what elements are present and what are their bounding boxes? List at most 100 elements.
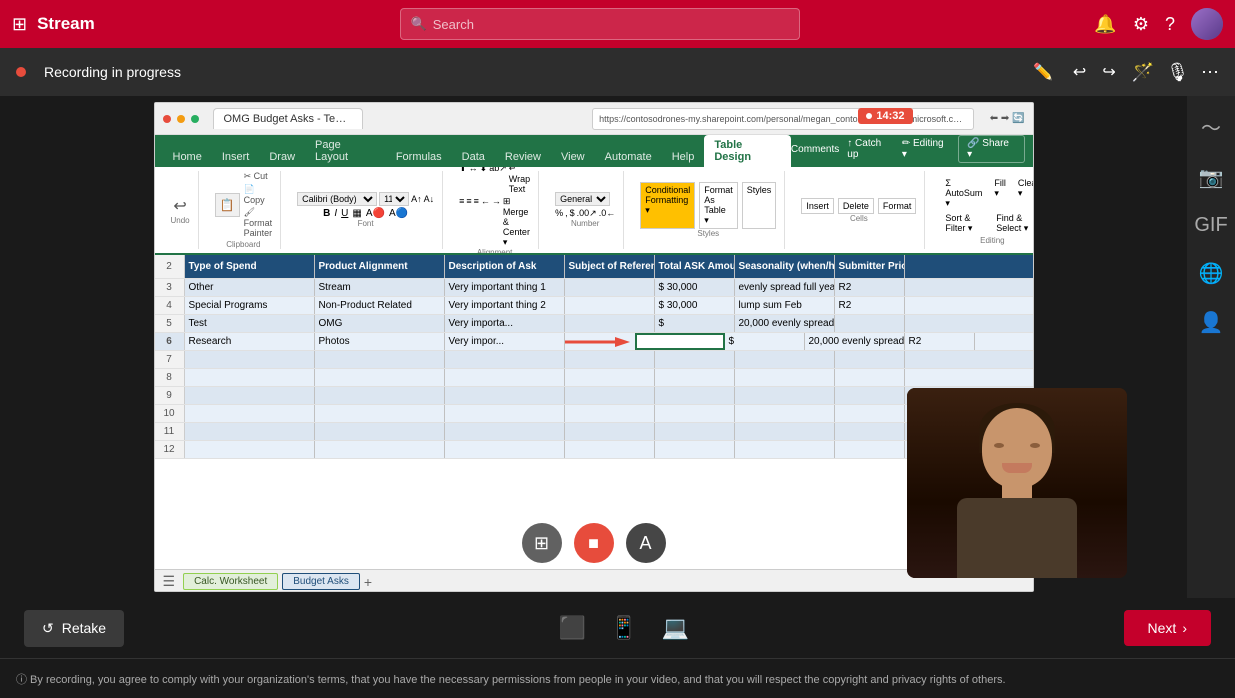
search-bar[interactable]: 🔍 Search	[400, 8, 800, 40]
cell-7-season[interactable]	[735, 351, 835, 368]
copy-btn[interactable]: 📄 Copy	[244, 184, 273, 205]
cell-5-desc[interactable]: Very importa...	[445, 315, 565, 332]
retake-button[interactable]: ↺ Retake	[24, 610, 124, 647]
editing-btn[interactable]: ✏ Editing ▾	[902, 138, 950, 160]
cell-7-product[interactable]	[315, 351, 445, 368]
sheet-tab-calc[interactable]: Calc. Worksheet	[183, 573, 278, 590]
notification-icon[interactable]: 🔔	[1094, 14, 1116, 35]
browser-tab[interactable]: OMG Budget Asks - Template.xl...	[213, 108, 363, 129]
font-size-select[interactable]: 11	[379, 192, 409, 206]
cell-8-desc[interactable]	[445, 369, 565, 386]
align-top-btn[interactable]: ⬆	[459, 167, 467, 194]
wand-icon[interactable]: 🪄	[1132, 62, 1154, 83]
cell-6-type[interactable]: Research	[185, 333, 315, 350]
cell-3-priority[interactable]: R2	[835, 279, 905, 296]
increase-decimal-btn[interactable]: .00↗	[577, 208, 597, 219]
cell-10-priority[interactable]	[835, 405, 905, 422]
cell-7-total[interactable]	[655, 351, 735, 368]
ribbon-tab-tabledesign[interactable]: Table Design	[704, 135, 791, 167]
font-family-select[interactable]: Calibri (Body)	[297, 192, 377, 206]
cell-4-type[interactable]: Special Programs	[185, 297, 315, 314]
cell-6-season[interactable]: 20,000 evenly spread full year	[805, 333, 905, 350]
ribbon-tab-home[interactable]: Home	[163, 147, 212, 167]
cut-btn[interactable]: ✂ Cut	[244, 171, 273, 182]
delete-cells-btn[interactable]: Delete	[838, 198, 874, 214]
ribbon-tab-pagelayout[interactable]: Page Layout	[305, 135, 386, 167]
cell-3-subject[interactable]	[565, 279, 655, 296]
ribbon-tab-draw[interactable]: Draw	[259, 147, 305, 167]
cell-6-subject-active[interactable]	[635, 333, 725, 350]
cell-5-total[interactable]: $	[655, 315, 735, 332]
ribbon-tab-automate[interactable]: Automate	[595, 147, 662, 167]
cell-5-priority[interactable]	[835, 315, 905, 332]
ribbon-tab-view[interactable]: View	[551, 147, 595, 167]
align-bottom-btn[interactable]: ⬇	[480, 167, 488, 194]
monitor-icon[interactable]: 💻	[662, 615, 689, 641]
cell-6-priority[interactable]: R2	[905, 333, 975, 350]
cell-5-season[interactable]: 20,000 evenly spread full year	[735, 315, 835, 332]
ribbon-tab-formulas[interactable]: Formulas	[386, 147, 452, 167]
wave-icon[interactable]: 〜	[1197, 108, 1225, 145]
cell-6-total[interactable]: $	[725, 333, 805, 350]
settings-icon[interactable]: ⚙	[1133, 14, 1149, 35]
cell-9-priority[interactable]	[835, 387, 905, 404]
cell-4-total[interactable]: $ 30,000	[655, 297, 735, 314]
cell-9-desc[interactable]	[445, 387, 565, 404]
grid-icon[interactable]: ⊞	[12, 14, 27, 35]
cell-12-type[interactable]	[185, 441, 315, 458]
align-middle-btn[interactable]: ↔	[469, 167, 478, 194]
cell-4-season[interactable]: lump sum Feb	[735, 297, 835, 314]
cell-7-priority[interactable]	[835, 351, 905, 368]
catchup-btn[interactable]: ↑ Catch up	[847, 138, 894, 160]
sheet-tab-budget[interactable]: Budget Asks	[282, 573, 360, 590]
find-select-btn[interactable]: Find & Select ▾	[992, 211, 1032, 236]
indent-decrease-btn[interactable]: ←	[481, 196, 490, 248]
orientation-btn[interactable]: ab↗	[489, 167, 507, 194]
italic-btn[interactable]: I	[334, 208, 337, 219]
format-as-table-btn[interactable]: Format AsTable ▾	[699, 182, 738, 229]
cell-9-subject[interactable]	[565, 387, 655, 404]
text-insert-btn[interactable]: A	[626, 523, 666, 563]
cell-9-type[interactable]	[185, 387, 315, 404]
ribbon-tab-insert[interactable]: Insert	[212, 147, 260, 167]
cell-11-priority[interactable]	[835, 423, 905, 440]
dollar-btn[interactable]: $	[570, 208, 575, 219]
cell-3-desc[interactable]: Very important thing 1	[445, 279, 565, 296]
more-icon[interactable]: ⋯	[1201, 62, 1219, 83]
align-right-btn[interactable]: ≡	[474, 196, 479, 248]
phone-icon[interactable]: 📱	[610, 615, 637, 641]
stop-recording-btn[interactable]: ■	[574, 523, 614, 563]
cell-12-season[interactable]	[735, 441, 835, 458]
cell-10-season[interactable]	[735, 405, 835, 422]
person-icon[interactable]: 👤	[1195, 306, 1228, 339]
clear-btn[interactable]: Clear ▾	[1014, 176, 1033, 211]
indent-increase-btn[interactable]: →	[492, 196, 501, 248]
autosum-btn[interactable]: Σ AutoSum ▾	[941, 176, 986, 211]
cell-3-product[interactable]: Stream	[315, 279, 445, 296]
help-icon[interactable]: ?	[1165, 14, 1175, 35]
font-color-btn[interactable]: A🔵	[389, 208, 408, 219]
cell-8-total[interactable]	[655, 369, 735, 386]
cell-8-priority[interactable]	[835, 369, 905, 386]
cell-11-type[interactable]	[185, 423, 315, 440]
ribbon-tab-data[interactable]: Data	[452, 147, 495, 167]
underline-btn[interactable]: U	[341, 208, 348, 219]
cell-7-type[interactable]	[185, 351, 315, 368]
cell-6-product[interactable]: Photos	[315, 333, 445, 350]
cell-12-priority[interactable]	[835, 441, 905, 458]
cell-12-product[interactable]	[315, 441, 445, 458]
hamburger-icon[interactable]: ☰	[163, 573, 176, 590]
cell-styles-btn[interactable]: Styles	[742, 182, 777, 229]
screen-share-icon[interactable]: ⬛	[559, 615, 586, 641]
address-bar[interactable]: https://contosodrones-my.sharepoint.com/…	[592, 108, 974, 130]
cell-9-product[interactable]	[315, 387, 445, 404]
share-btn[interactable]: 🔗 Share ▾	[958, 135, 1024, 163]
cell-3-season[interactable]: evenly spread full year	[735, 279, 835, 296]
add-sheet-btn[interactable]: +	[364, 574, 372, 590]
align-left-btn[interactable]: ≡	[459, 196, 464, 248]
minimize-dot[interactable]	[177, 115, 185, 123]
fill-btn[interactable]: Fill ▾	[990, 176, 1010, 211]
ribbon-tab-review[interactable]: Review	[495, 147, 551, 167]
cell-12-total[interactable]	[655, 441, 735, 458]
cell-8-season[interactable]	[735, 369, 835, 386]
